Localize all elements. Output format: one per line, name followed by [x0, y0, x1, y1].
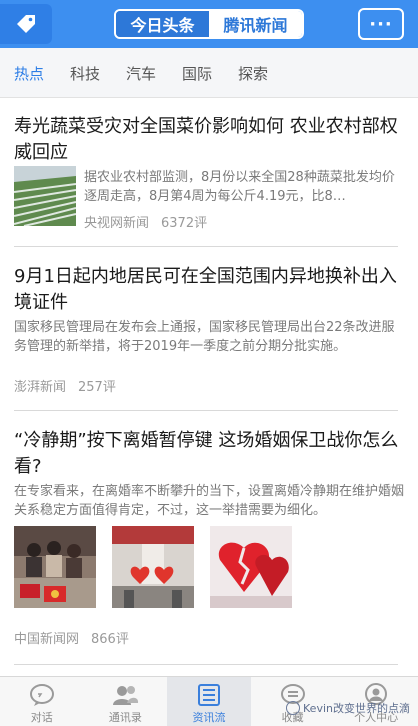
article-meta: 央视网新闻 6372评 — [84, 212, 207, 231]
article-source: 中国新闻网 — [14, 632, 80, 647]
tab-contacts[interactable]: 通讯录 — [84, 677, 168, 726]
tab-explore[interactable]: 探索 — [238, 63, 268, 84]
article-title[interactable]: “冷静期”按下离婚暂停键 这场婚姻保卫战你怎么看? — [14, 428, 404, 480]
comment-count: 866评 — [91, 632, 129, 647]
article-meta: 澎湃新闻 257评 — [14, 376, 116, 395]
tab-chat[interactable]: 对话 — [0, 677, 84, 726]
wechat-logo-icon — [286, 701, 301, 715]
divider — [14, 664, 398, 665]
source-switcher: 今日头条 腾讯新闻 — [114, 9, 304, 39]
tag-icon — [17, 15, 35, 33]
divider — [14, 410, 398, 411]
article-thumbnail[interactable] — [14, 166, 76, 226]
chat-bubble-icon — [29, 684, 54, 706]
category-tabs: 热点 科技 汽车 国际 探索 — [0, 48, 418, 98]
article-summary: 在专家看来，在离婚率不断攀升的当下，设置离婚冷静期在维护婚姻关系稳定方面值得肯定… — [14, 484, 404, 518]
broken-heart-photo — [210, 526, 292, 608]
tag-button[interactable] — [0, 4, 52, 44]
comment-count: 6372评 — [161, 216, 208, 231]
contacts-icon — [113, 686, 139, 705]
segment-tencent-news[interactable]: 腾讯新闻 — [209, 11, 302, 37]
greenhouse-photo — [14, 166, 76, 226]
comment-count: 257评 — [78, 380, 116, 395]
tab-tech[interactable]: 科技 — [70, 63, 100, 84]
article-source: 澎湃新闻 — [14, 380, 67, 395]
tab-label: 对话 — [30, 711, 53, 724]
article-summary: 据农业农村部监测，8月份以来全国28种蔬菜批发均价逐周走高，8月第4周为每公斤4… — [84, 170, 395, 204]
tab-world[interactable]: 国际 — [182, 63, 212, 84]
article-thumbnail[interactable] — [210, 526, 292, 608]
marriage-office-photo — [14, 526, 96, 608]
watermark-text: Kevin改变世界的点滴 — [303, 702, 410, 715]
tab-auto[interactable]: 汽车 — [126, 63, 156, 84]
tab-label: 通讯录 — [108, 711, 142, 724]
tab-label: 资讯流 — [192, 711, 226, 724]
tab-news-feed[interactable]: 资讯流 — [167, 677, 251, 726]
article-thumbnail[interactable] — [14, 526, 96, 608]
app-header: 今日头条 腾讯新闻 ··· — [0, 0, 418, 48]
article-meta: 中国新闻网 866评 — [14, 628, 129, 647]
tab-hot[interactable]: 热点 — [14, 63, 44, 84]
news-feed-icon — [197, 684, 220, 706]
divider — [14, 246, 398, 247]
article-title[interactable]: 9月1日起内地居民可在全国范围内异地换补出入境证件 — [14, 264, 404, 316]
more-button[interactable]: ··· — [358, 8, 404, 40]
article-thumbnail[interactable] — [112, 526, 194, 608]
hearts-decoration-photo — [112, 526, 194, 608]
article-title[interactable]: 寿光蔬菜受灾对全国菜价影响如何 农业农村部权威回应 — [14, 114, 404, 166]
watermark: Kevin改变世界的点滴 — [286, 700, 410, 716]
article-summary: 国家移民管理局在发布会上通报，国家移民管理局出台22条改进服务管理的新举措，将于… — [14, 320, 395, 354]
segment-toutiao[interactable]: 今日头条 — [116, 11, 209, 37]
article-source: 央视网新闻 — [84, 216, 150, 231]
